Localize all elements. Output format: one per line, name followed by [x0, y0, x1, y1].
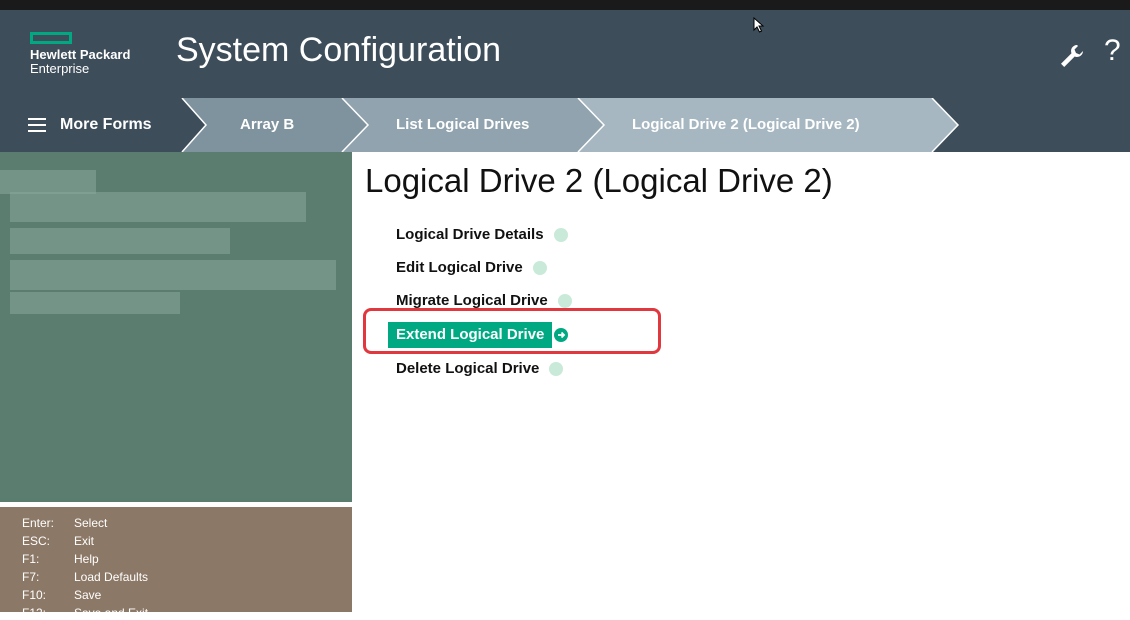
hamburger-menu-icon — [28, 118, 46, 132]
more-forms-button[interactable]: More Forms — [0, 98, 180, 152]
arrow-circle-icon — [549, 362, 564, 376]
help-row: F12: Save and Exit — [22, 606, 149, 620]
menu-item-edit-logical-drive[interactable]: Edit Logical Drive — [388, 255, 547, 281]
page-title: Logical Drive 2 (Logical Drive 2) — [365, 162, 833, 199]
blurred-text — [0, 170, 96, 194]
breadcrumb-item-logical-drive-2[interactable]: Logical Drive 2 (Logical Drive 2) — [632, 98, 860, 152]
help-row: Enter: Select — [22, 516, 108, 530]
key-help-panel: Enter: Select ESC: Exit F1: Help F7: Load De… — [0, 507, 352, 620]
help-row: F7: Load Defaults — [22, 570, 149, 584]
arrow-circle-icon — [557, 294, 572, 308]
blurred-text — [10, 228, 230, 254]
top-header: Hewlett Packard Enterprise System Config… — [0, 0, 1130, 98]
help-icon[interactable]: ? — [1104, 34, 1121, 68]
help-row: F1: Help — [22, 552, 99, 566]
brand-line-1: Hewlett Packard — [30, 47, 131, 62]
hpe-logo-mark — [30, 32, 72, 44]
breadcrumb: More Forms Array B List Logical Drives L… — [0, 98, 1130, 152]
menu-item-label: Edit Logical Drive — [396, 259, 523, 276]
app-title: System Configuration — [176, 31, 502, 69]
arrow-circle-icon — [532, 261, 547, 275]
mouse-cursor-icon — [753, 17, 765, 33]
menu-item-logical-drive-details[interactable]: Logical Drive Details — [388, 222, 568, 248]
wrench-icon[interactable] — [1058, 42, 1086, 70]
menu-item-label: Delete Logical Drive — [396, 360, 540, 377]
annotation-highlight-box — [363, 308, 661, 354]
hpe-logo: Hewlett Packard Enterprise — [30, 32, 170, 76]
help-row: F10: Save — [22, 588, 102, 602]
menu-item-label: Logical Drive Details — [396, 226, 544, 243]
help-row: ESC: Exit — [22, 534, 95, 548]
blurred-text — [10, 292, 180, 314]
breadcrumb-item-array-b[interactable]: Array B — [240, 98, 294, 152]
more-forms-label: More Forms — [60, 116, 152, 133]
brand-line-2: Enterprise — [30, 61, 90, 76]
breadcrumb-item-list-logical-drives[interactable]: List Logical Drives — [396, 98, 529, 152]
menu-item-delete-logical-drive[interactable]: Delete Logical Drive — [388, 356, 564, 382]
arrow-circle-icon — [553, 228, 568, 242]
system-info-panel — [0, 152, 352, 502]
blurred-text — [10, 260, 336, 290]
blurred-text — [10, 192, 306, 222]
screen-top-border — [0, 0, 1130, 10]
